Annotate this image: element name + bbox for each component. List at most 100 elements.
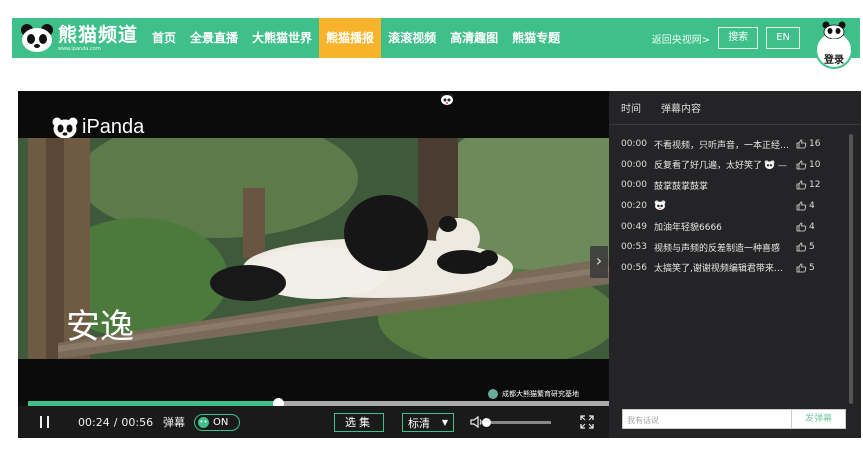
like-button[interactable]: 10 (796, 160, 820, 170)
header-content: 弹幕内容 (661, 104, 701, 115)
danmaku-row[interactable]: 00:00 不看视频，只听声音，一本正经… 16 (621, 134, 841, 155)
danmaku-panel: 时间 弹幕内容 00:00 不看视频，只听声音，一本正经… 16 00:00 反… (609, 91, 861, 438)
main-menu: 首页 全景直播 大熊猫世界 熊猫播报 滚滚视频 高清趣图 熊猫专题 (145, 18, 567, 58)
like-count: 4 (809, 221, 815, 232)
thumbs-up-icon (796, 160, 807, 170)
danmaku-header: 时间 弹幕内容 (621, 100, 701, 115)
top-nav: 熊猫频道 www.ipanda.com 首页 全景直播 大熊猫世界 熊猫播报 滚… (12, 18, 860, 69)
pause-button[interactable] (40, 406, 54, 438)
danmaku-text: 不看视频，只听声音，一本正经… (654, 140, 790, 151)
nav-item-panda-news[interactable]: 熊猫播报 (319, 18, 382, 58)
panda-emoji-icon (764, 160, 775, 170)
nav-item-panda-world[interactable]: 大熊猫世界 (245, 18, 319, 58)
like-button[interactable]: 4 (796, 201, 815, 211)
caret-down-icon: ▼ (441, 418, 448, 427)
like-count: 12 (809, 180, 821, 191)
danmaku-text-body: 反复看了好几遍，太好笑了 (654, 161, 763, 172)
video-player: iPanda 安逸 成都大熊猫繁育研究基地 › 00:24 / 00:56 弹幕… (18, 91, 861, 438)
logo-url: www.ipanda.com (58, 45, 101, 52)
danmaku-time: 00:53 (621, 242, 647, 253)
watermark-text: 成都大熊猫繁育研究基地 (502, 390, 579, 398)
current-time: 00:24 (78, 415, 110, 429)
video-frame-image: 安逸 (18, 138, 609, 359)
danmaku-input[interactable]: 我有话说 (622, 409, 792, 429)
volume-handle[interactable] (482, 418, 491, 427)
time-display: 00:24 / 00:56 (78, 406, 153, 438)
panda-emoji-icon (440, 93, 454, 105)
back-to-cctv-link[interactable]: 返回央视网> (652, 31, 710, 46)
thumbs-up-icon (796, 222, 807, 232)
danmaku-text: 反复看了好几遍，太好笑了 — (654, 160, 787, 172)
episodes-button[interactable]: 选集 (334, 413, 384, 432)
danmaku-time: 00:49 (621, 221, 647, 232)
control-bar: 00:24 / 00:56 弹幕 •• ON 选集 标清 ▼ (18, 406, 609, 438)
pause-bar-icon (40, 416, 42, 428)
language-button[interactable]: EN (766, 27, 800, 49)
source-watermark: 成都大熊猫繁育研究基地 (488, 389, 579, 399)
pause-bar-icon (47, 416, 49, 428)
header-time: 时间 (621, 104, 641, 115)
danmaku-row[interactable]: 00:00 鼓掌鼓掌鼓掌 12 (621, 175, 841, 196)
toggle-knob-icon: •• (198, 417, 209, 428)
like-button[interactable]: 12 (796, 180, 820, 190)
ipanda-logo: iPanda (52, 116, 144, 139)
danmaku-list: 00:00 不看视频，只听声音，一本正经… 16 00:00 反复看了好几遍，太… (621, 134, 841, 278)
danmaku-time: 00:00 (621, 180, 647, 191)
danmaku-text (654, 199, 790, 213)
danmu-toggle-state: ON (213, 417, 229, 428)
nav-item-hd-pictures[interactable]: 高清趣图 (443, 18, 505, 58)
nav-item-topics[interactable]: 熊猫专题 (505, 18, 567, 58)
like-count: 5 (809, 242, 815, 253)
danmaku-time: 00:00 (621, 139, 647, 150)
danmaku-row[interactable]: 00:56 太搞笑了,谢谢视频编辑君带来的… 5 (621, 258, 841, 279)
logo-title: 熊猫频道 (58, 23, 139, 46)
ipanda-panda-icon (52, 117, 78, 138)
thumbs-up-icon (796, 180, 807, 190)
like-button[interactable]: 16 (796, 139, 820, 149)
danmaku-time: 00:56 (621, 262, 647, 273)
collapse-panel-button[interactable]: › (590, 246, 608, 278)
ipanda-wordmark: iPanda (82, 116, 145, 138)
danmaku-text: 视频与声频的反差制造一种喜感 (654, 243, 781, 254)
video-screen[interactable]: iPanda 安逸 成都大熊猫繁育研究基地 › (18, 91, 609, 401)
divider (609, 124, 861, 125)
danmaku-scrollbar[interactable] (849, 134, 853, 404)
send-danmaku-button[interactable]: 发弹幕 (792, 409, 846, 429)
login-button[interactable]: 登录 (812, 21, 856, 69)
panda-avatar-icon (822, 21, 846, 39)
volume-slider[interactable] (482, 418, 551, 427)
time-separator: / (113, 415, 118, 429)
danmu-toggle[interactable]: •• ON (194, 414, 240, 431)
site-logo[interactable]: 熊猫频道 www.ipanda.com (20, 21, 138, 55)
danmaku-row[interactable]: 00:53 视频与声频的反差制造一种喜感 5 (621, 237, 841, 258)
thumbs-up-icon (796, 263, 807, 273)
nav-item-live[interactable]: 全景直播 (183, 18, 245, 58)
danmu-label: 弹幕 (163, 416, 185, 429)
like-count: 10 (809, 159, 821, 170)
like-button[interactable]: 4 (796, 222, 815, 232)
nav-item-videos[interactable]: 滚滚视频 (381, 18, 443, 58)
like-button[interactable]: 5 (796, 242, 815, 252)
duration: 00:56 (121, 415, 154, 429)
base-logo-icon (488, 389, 498, 399)
thumbs-up-icon (796, 242, 807, 252)
video-caption: 安逸 (66, 307, 134, 347)
nav-item-home[interactable]: 首页 (145, 18, 183, 58)
danmaku-row[interactable]: 00:49 加油年轻貌6666 4 (621, 216, 841, 237)
quality-select[interactable]: 标清 ▼ (402, 413, 454, 432)
fullscreen-icon[interactable] (580, 415, 594, 429)
panda-logo-icon (21, 24, 53, 52)
nav-right: 返回央视网> 搜索 EN (652, 27, 800, 49)
danmaku-row[interactable]: 00:00 反复看了好几遍，太好笑了 — 10 (621, 155, 841, 176)
like-count: 16 (809, 139, 821, 150)
search-button[interactable]: 搜索 (718, 27, 759, 49)
like-button[interactable]: 5 (796, 263, 815, 273)
panda-emoji-icon (654, 199, 666, 210)
like-count: 4 (809, 201, 815, 212)
thumbs-up-icon (796, 201, 807, 211)
danmaku-time: 00:20 (621, 201, 647, 212)
danmaku-row[interactable]: 00:20 4 (621, 196, 841, 217)
danmaku-time: 00:00 (621, 159, 647, 170)
danmaku-text: 鼓掌鼓掌鼓掌 (654, 181, 709, 192)
quality-value: 标清 (408, 416, 430, 430)
